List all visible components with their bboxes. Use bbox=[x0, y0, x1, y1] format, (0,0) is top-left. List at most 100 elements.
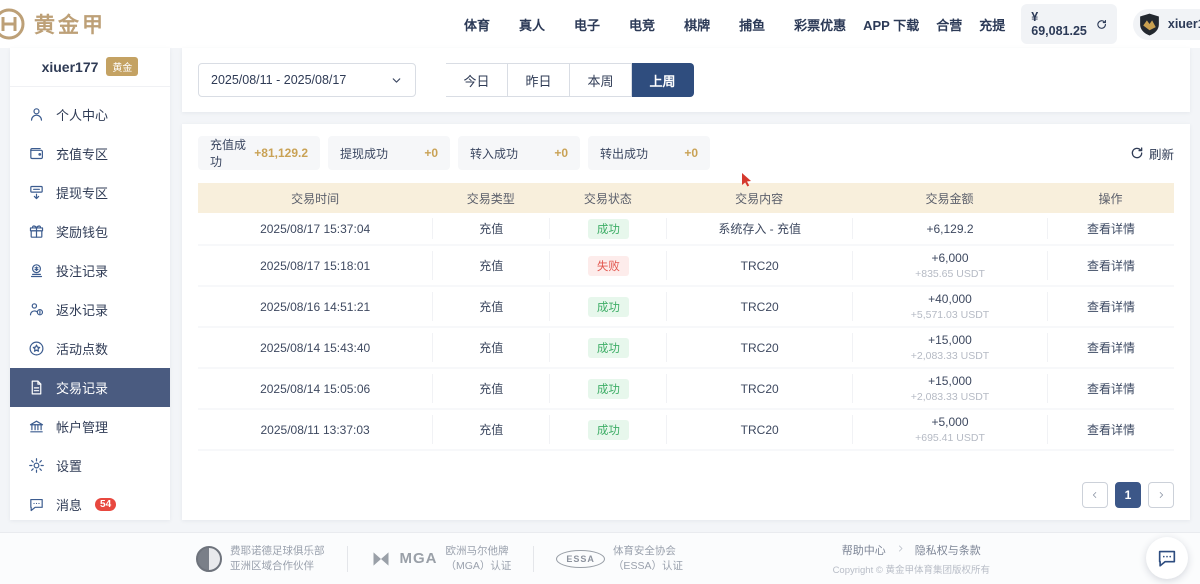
period-tab[interactable]: 上周 bbox=[632, 63, 694, 97]
cell-action: 查看详情 bbox=[1047, 251, 1174, 280]
refresh-label: 刷新 bbox=[1149, 144, 1174, 163]
refresh-button[interactable]: 刷新 bbox=[1130, 144, 1174, 163]
quick-link[interactable]: APP 下载 bbox=[863, 15, 919, 34]
brand-emblem-icon bbox=[0, 5, 30, 43]
sidebar-item[interactable]: 提现专区 bbox=[10, 173, 170, 212]
sidebar-item[interactable]: 个人中心 bbox=[10, 95, 170, 134]
summary-card: 转入成功 +0 bbox=[458, 136, 580, 170]
sidebar-item[interactable]: 帐户管理 bbox=[10, 407, 170, 446]
sidebar-item-icon bbox=[28, 340, 45, 357]
nav-item[interactable]: 真人 bbox=[519, 15, 545, 34]
column-header: 交易类型 bbox=[432, 190, 549, 207]
view-details-link[interactable]: 查看详情 bbox=[1048, 257, 1174, 274]
status-badge: 成功 bbox=[588, 219, 629, 239]
nav-item[interactable]: 棋牌 bbox=[684, 15, 710, 34]
cell-type: 充值 bbox=[432, 292, 549, 321]
period-tab[interactable]: 今日 bbox=[446, 63, 508, 97]
view-details-link[interactable]: 查看详情 bbox=[1048, 220, 1174, 237]
view-details-link[interactable]: 查看详情 bbox=[1048, 421, 1174, 438]
amount-usdt: +2,083.33 USDT bbox=[853, 391, 1047, 403]
balance-amount: ¥ 69,081.25 bbox=[1031, 10, 1088, 38]
live-chat-button[interactable] bbox=[1146, 537, 1188, 579]
cell-time: 2025/08/14 15:43:40 bbox=[198, 333, 432, 362]
summary-row: 充值成功 +81,129.2 提现成功 +0 转入成功 +0 bbox=[198, 136, 1174, 170]
nav-item[interactable]: 捕鱼 bbox=[739, 15, 765, 34]
quick-link[interactable]: 优惠 bbox=[820, 15, 846, 34]
summary-value: +0 bbox=[424, 146, 438, 160]
summary-card: 充值成功 +81,129.2 bbox=[198, 136, 320, 170]
prev-page-button[interactable] bbox=[1082, 482, 1108, 508]
column-header: 交易内容 bbox=[666, 190, 851, 207]
main-area: 2025/08/11 - 2025/08/17 今日昨日本周上周 充值成功 +8… bbox=[182, 48, 1190, 520]
top-header: 黄金甲 体育 真人 电子 电竞 棋牌 捕鱼 彩票 优惠 APP 下载合营充提 ¥ 69,081… bbox=[0, 0, 1200, 48]
user-menu[interactable]: xiuer177 bbox=[1133, 9, 1200, 40]
period-tab[interactable]: 昨日 bbox=[508, 63, 570, 97]
cell-type: 充值 bbox=[432, 415, 549, 444]
sidebar-item-label: 提现专区 bbox=[56, 183, 108, 202]
sidebar-item[interactable]: 奖励钱包 bbox=[10, 212, 170, 251]
sidebar-menu: 个人中心 充值专区 提现专区 bbox=[10, 87, 170, 524]
date-range-select[interactable]: 2025/08/11 - 2025/08/17 bbox=[198, 63, 416, 97]
help-center-link[interactable]: 帮助中心 bbox=[842, 542, 886, 558]
cert-feyenoord: 费耶诺德足球俱乐部 亚洲区域合作伙伴 bbox=[196, 545, 325, 572]
sidebar-item[interactable]: 充值专区 bbox=[10, 134, 170, 173]
sidebar-item[interactable]: 交易记录 bbox=[10, 368, 170, 407]
status-badge: 成功 bbox=[588, 297, 629, 317]
status-badge: 成功 bbox=[588, 379, 629, 399]
cert-line: 欧洲马尔他牌 bbox=[446, 545, 512, 558]
chat-bubble-icon bbox=[1156, 547, 1178, 569]
column-header: 交易时间 bbox=[198, 190, 432, 207]
amount-main: +6,000 bbox=[853, 251, 1047, 265]
privacy-terms-link[interactable]: 隐私权与条款 bbox=[915, 542, 981, 558]
balance-pill[interactable]: ¥ 69,081.25 bbox=[1021, 4, 1117, 44]
nav-item[interactable]: 体育 bbox=[464, 15, 490, 34]
sidebar-item[interactable]: 返水记录 bbox=[10, 290, 170, 329]
nav-item[interactable]: 电竞 bbox=[629, 15, 655, 34]
summary-value: +81,129.2 bbox=[254, 146, 308, 160]
status-badge: 失败 bbox=[588, 256, 629, 276]
sidebar-item[interactable]: 活动点数 bbox=[10, 329, 170, 368]
brand[interactable]: 黄金甲 bbox=[0, 5, 150, 43]
table-row: 2025/08/14 15:05:06 充值 成功 TRC20 +15,000 … bbox=[198, 369, 1174, 410]
cell-action: 查看详情 bbox=[1047, 415, 1174, 444]
cell-status: 成功 bbox=[549, 333, 666, 362]
chevron-right-icon bbox=[1156, 490, 1166, 500]
amount-usdt: +695.41 USDT bbox=[853, 432, 1047, 444]
refresh-balance-icon[interactable] bbox=[1096, 18, 1107, 31]
view-details-link[interactable]: 查看详情 bbox=[1048, 380, 1174, 397]
transactions-table: 交易时间交易类型交易状态交易内容交易金额操作 2025/08/17 15:37:… bbox=[198, 183, 1174, 451]
amount-main: +40,000 bbox=[853, 292, 1047, 306]
quick-links: 优惠 APP 下载合营充提 bbox=[820, 15, 1005, 34]
sidebar-item[interactable]: 投注记录 bbox=[10, 251, 170, 290]
summary-cards: 充值成功 +81,129.2 提现成功 +0 转入成功 +0 bbox=[198, 136, 710, 170]
cell-action: 查看详情 bbox=[1047, 333, 1174, 362]
current-page-button[interactable]: 1 bbox=[1115, 482, 1141, 508]
cell-time: 2025/08/17 15:18:01 bbox=[198, 251, 432, 280]
nav-item[interactable]: 电子 bbox=[574, 15, 600, 34]
cell-status: 成功 bbox=[549, 218, 666, 239]
cert-mga: MGA 欧洲马尔他牌 （MGA）认证 bbox=[370, 545, 512, 572]
view-details-link[interactable]: 查看详情 bbox=[1048, 339, 1174, 356]
sidebar-item-icon bbox=[28, 145, 45, 162]
footer: 费耶诺德足球俱乐部 亚洲区域合作伙伴 MGA 欧洲马尔他牌 （MGA）认证 ES… bbox=[0, 532, 1200, 584]
cell-content: TRC20 bbox=[666, 292, 851, 321]
arrow-right-icon bbox=[896, 544, 905, 556]
mouse-cursor-icon bbox=[741, 173, 752, 187]
next-page-button[interactable] bbox=[1148, 482, 1174, 508]
date-range-value: 2025/08/11 - 2025/08/17 bbox=[211, 73, 346, 87]
sidebar-item-label: 充值专区 bbox=[56, 144, 108, 163]
period-tab[interactable]: 本周 bbox=[570, 63, 632, 97]
cert-line: （MGA）认证 bbox=[446, 560, 512, 573]
cell-amount: +15,000 +2,083.33 USDT bbox=[852, 333, 1047, 362]
quick-link[interactable]: 充提 bbox=[979, 15, 1005, 34]
cell-amount: +6,129.2 bbox=[852, 218, 1047, 239]
username: xiuer177 bbox=[1168, 17, 1200, 31]
mga-logo-icon bbox=[370, 549, 392, 569]
cell-content: TRC20 bbox=[666, 415, 851, 444]
quick-link[interactable]: 合营 bbox=[936, 15, 962, 34]
nav-item[interactable]: 彩票 bbox=[794, 15, 820, 34]
sidebar-item-icon bbox=[28, 379, 45, 396]
view-details-link[interactable]: 查看详情 bbox=[1048, 298, 1174, 315]
sidebar-item[interactable]: 消息 54 bbox=[10, 485, 170, 524]
sidebar-item[interactable]: 设置 bbox=[10, 446, 170, 485]
